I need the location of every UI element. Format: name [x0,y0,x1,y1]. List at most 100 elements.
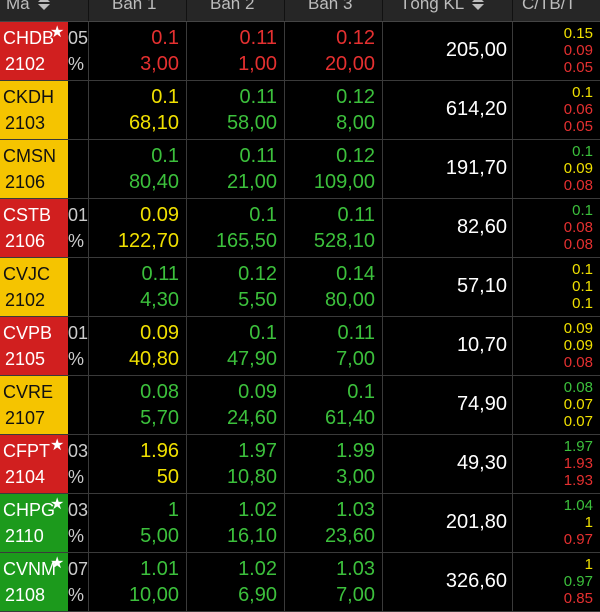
table-row[interactable]: CMSN 2106 0.1 80,40 0.11 21,00 0.12 109,00 191,7… [0,140,600,199]
ban1-cell[interactable]: 0.08 5,70 [88,376,187,434]
ban2-cell[interactable]: 1.97 10,80 [186,435,285,493]
total-volume-cell[interactable]: 326,60 [382,553,513,611]
ban3-cell[interactable]: 1.03 7,00 [284,553,383,611]
table-row[interactable]: CHPG ★ 2110 03% 1 5,00 1.02 16,10 1.03 23,60 201,8… [0,494,600,553]
ctbt-cell[interactable]: 0.08 0.07 0.07 [512,376,593,434]
ban3-cell[interactable]: 0.11 528,10 [284,199,383,257]
header-ban3[interactable]: Bán 3 [284,0,383,21]
total-volume-cell[interactable]: 205,00 [382,22,513,80]
symbol-cell[interactable]: CVPB 2105 [0,317,68,375]
ban2-cell[interactable]: 1.02 6,90 [186,553,285,611]
ceiling-price: 0.1 [572,261,593,278]
ban1-cell[interactable]: 0.1 80,40 [88,140,187,198]
ctbt-cell[interactable]: 0.1 0.1 0.1 [512,258,593,316]
table-row[interactable]: CFPT ★ 2104 03% 1.96 50 1.97 10,80 1.99 3,00 49,30… [0,435,600,494]
ctbt-cell[interactable]: 1.97 1.93 1.93 [512,435,593,493]
ban1-cell[interactable]: 0.11 4,30 [88,258,187,316]
ban1-cell[interactable]: 1.96 50 [88,435,187,493]
symbol-cell[interactable]: CVNM ★ 2108 [0,553,68,611]
underlying-value: 03 [68,500,88,520]
symbol-cell[interactable]: CHPG ★ 2110 [0,494,68,552]
ban2-price: 0.12 [238,263,277,285]
ceiling-price: 1.04 [563,497,593,514]
ban2-price: 0.1 [249,204,277,226]
ban3-cell[interactable]: 0.11 7,00 [284,317,383,375]
ban3-volume: 8,00 [336,112,375,134]
ctbt-cell[interactable]: 0.09 0.09 0.08 [512,317,593,375]
symbol-number: 2107 [5,408,46,428]
underlying-cell [68,140,88,198]
total-volume-cell[interactable]: 57,10 [382,258,513,316]
header-ctbt[interactable]: C/TB/T [512,0,600,21]
symbol-cell[interactable]: CMSN 2106 [0,140,68,198]
ban1-cell[interactable]: 0.1 68,10 [88,81,187,139]
total-volume-cell[interactable]: 191,70 [382,140,513,198]
ban2-cell[interactable]: 0.11 58,00 [186,81,285,139]
header-symbol[interactable]: Mã [0,0,89,21]
sort-icon[interactable] [472,0,485,10]
ban2-cell[interactable]: 0.1 165,50 [186,199,285,257]
table-row[interactable]: CHDB ★ 2102 05% 0.1 3,00 0.11 1,00 0.12 20,00 205,… [0,22,600,81]
header-ban1[interactable]: Bán 1 [88,0,187,21]
sort-icon[interactable] [38,0,51,10]
symbol-cell[interactable]: CHDB ★ 2102 [0,22,68,80]
table-row[interactable]: CSTB 2106 01% 0.09 122,70 0.1 165,50 0.11 528,10… [0,199,600,258]
ctbt-cell[interactable]: 0.1 0.08 0.08 [512,199,593,257]
ban3-cell[interactable]: 0.12 20,00 [284,22,383,80]
ctbt-cell[interactable]: 0.15 0.09 0.05 [512,22,593,80]
table-row[interactable]: CVNM ★ 2108 07% 1.01 10,00 1.02 6,90 1.03 7,00 326… [0,553,600,612]
ban2-cell[interactable]: 0.12 5,50 [186,258,285,316]
ban2-cell[interactable]: 0.11 1,00 [186,22,285,80]
ban1-cell[interactable]: 0.09 122,70 [88,199,187,257]
table-row[interactable]: CVPB 2105 01% 0.09 40,80 0.1 47,90 0.11 7,00 10,7… [0,317,600,376]
total-volume: 10,70 [456,334,507,356]
header-total[interactable]: Tổng KL [382,0,513,21]
ban1-cell[interactable]: 0.1 3,00 [88,22,187,80]
total-volume-cell[interactable]: 10,70 [382,317,513,375]
ban2-volume: 16,10 [226,525,277,547]
ban3-price: 1.03 [336,499,375,521]
ban1-volume: 4,30 [140,289,179,311]
total-volume-cell[interactable]: 614,20 [382,81,513,139]
ctbt-cell[interactable]: 1 0.97 0.85 [512,553,593,611]
underlying-percent: % [68,526,85,546]
ctbt-cell[interactable]: 1.04 1 0.97 [512,494,593,552]
total-volume-cell[interactable]: 82,60 [382,199,513,257]
ban3-cell[interactable]: 1.99 3,00 [284,435,383,493]
ban2-cell[interactable]: 0.1 47,90 [186,317,285,375]
ban1-volume: 80,40 [128,171,179,193]
symbol-cell[interactable]: CVRE 2107 [0,376,68,434]
ban1-cell[interactable]: 1 5,00 [88,494,187,552]
ban2-cell[interactable]: 0.09 24,60 [186,376,285,434]
total-volume: 201,80 [445,511,507,533]
ban2-price: 0.09 [238,381,277,403]
table-row[interactable]: CKDH 2103 0.1 68,10 0.11 58,00 0.12 8,00 614,20 0… [0,81,600,140]
ctbt-cell[interactable]: 0.1 0.09 0.08 [512,140,593,198]
symbol-cell[interactable]: CVJC 2102 [0,258,68,316]
ban3-cell[interactable]: 0.12 8,00 [284,81,383,139]
table-row[interactable]: CVRE 2107 0.08 5,70 0.09 24,60 0.1 61,40 74,90 0.… [0,376,600,435]
underlying-cell: 05% [68,22,88,80]
symbol-number: 2106 [5,172,46,192]
ban2-cell[interactable]: 0.11 21,00 [186,140,285,198]
ctbt-cell[interactable]: 0.1 0.06 0.05 [512,81,593,139]
symbol-cell[interactable]: CSTB 2106 [0,199,68,257]
table-row[interactable]: CVJC 2102 0.11 4,30 0.12 5,50 0.14 80,00 57,10 0.… [0,258,600,317]
ban1-cell[interactable]: 0.09 40,80 [88,317,187,375]
ban3-cell[interactable]: 0.12 109,00 [284,140,383,198]
total-volume-cell[interactable]: 49,30 [382,435,513,493]
total-volume-cell[interactable]: 201,80 [382,494,513,552]
ban1-cell[interactable]: 1.01 10,00 [88,553,187,611]
ceiling-price: 0.1 [572,84,593,101]
ban2-cell[interactable]: 1.02 16,10 [186,494,285,552]
ban1-volume: 3,00 [140,53,179,75]
ban3-cell[interactable]: 0.14 80,00 [284,258,383,316]
total-volume-cell[interactable]: 74,90 [382,376,513,434]
symbol-cell[interactable]: CFPT ★ 2104 [0,435,68,493]
symbol-number: 2103 [5,113,46,133]
symbol-cell[interactable]: CKDH 2103 [0,81,68,139]
table-header: Mã Bán 1 Bán 2 Bán 3 Tổng KL C/TB/T [0,0,600,22]
ban3-cell[interactable]: 1.03 23,60 [284,494,383,552]
header-ban2[interactable]: Bán 2 [186,0,285,21]
ban3-cell[interactable]: 0.1 61,40 [284,376,383,434]
